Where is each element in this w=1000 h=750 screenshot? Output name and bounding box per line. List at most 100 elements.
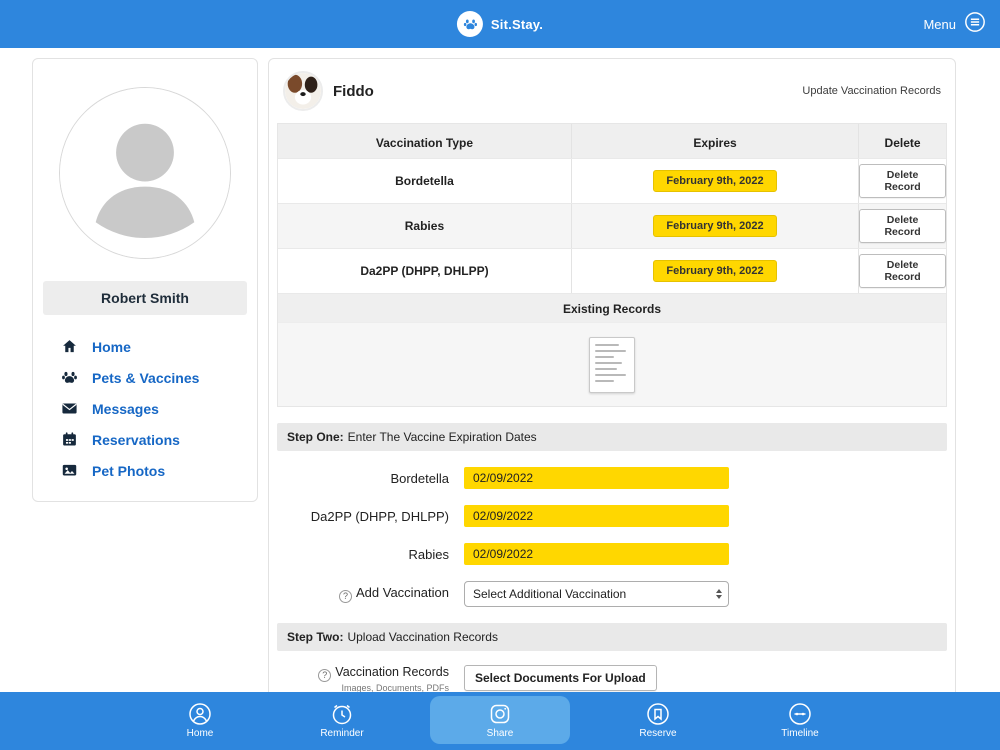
select-documents-button[interactable]: Select Documents For Upload [464,665,657,691]
bordetella-date-input[interactable] [464,467,729,489]
select-value: Select Additional Vaccination [473,587,627,601]
bottomnav-label: Home [186,728,214,739]
sidebar-item-pet-photos[interactable]: Pet Photos [47,455,243,486]
expires-cell: February 9th, 2022 [572,159,860,203]
upload-label-block: ? Vaccination Records Images, Documents, … [277,665,449,692]
bottomnav-label: Reserve [639,728,677,739]
content-area: Robert Smith Home Pets & Vaccines Messag… [0,48,1000,692]
help-icon[interactable]: ? [339,589,352,603]
rabies-date-input[interactable] [464,543,729,565]
bottomnav-label: Share [486,728,514,739]
hamburger-icon [964,11,986,38]
table-row: Da2PP (DHPP, DHLPP) February 9th, 2022 D… [278,248,946,293]
paw-icon [61,369,78,386]
upload-hint-line1: Images, Documents, PDFs [341,682,449,693]
step-two-bar: Step Two: Upload Vaccination Records [277,623,947,651]
delete-record-button[interactable]: Delete Record [859,209,946,243]
profile-avatar [59,87,231,259]
sidebar-nav: Home Pets & Vaccines Messages Reservatio… [43,331,247,486]
menu-button[interactable]: Menu [923,11,1000,38]
step-one-title: Step One: [287,430,344,444]
document-line [595,343,619,346]
select-stepper-icon [716,589,722,599]
sidebar-item-reservations[interactable]: Reservations [47,424,243,455]
expiration-form: Bordetella Da2PP (DHPP, DHLPP) Rabies ? A… [269,467,955,607]
bottomnav-share[interactable]: Share [430,696,570,744]
pet-avatar [283,71,323,111]
additional-vaccination-select[interactable]: Select Additional Vaccination [464,581,729,607]
profile-name: Robert Smith [43,281,247,315]
field-label: Da2PP (DHPP, DHLPP) [310,508,449,524]
vaccination-records-label: Vaccination Records [335,665,449,679]
share-camera-icon [488,702,512,726]
expiry-date-button[interactable]: February 9th, 2022 [653,215,777,237]
brand-name: Sit.Stay. [490,16,544,32]
reminder-clock-icon [330,702,354,726]
document-line [595,379,614,382]
delete-record-button[interactable]: Delete Record [859,254,946,288]
home-icon [61,338,78,355]
expiry-date-button[interactable]: February 9th, 2022 [653,170,777,192]
bottomnav-label: Reminder [320,728,364,739]
step-one-subtitle: Enter The Vaccine Expiration Dates [347,430,537,444]
vaccination-type: Bordetella [278,159,572,203]
sidebar-item-label: Pets & Vaccines [92,369,200,386]
delete-cell: Delete Record [859,204,946,248]
update-vaccination-records-link[interactable]: Update Vaccination Records [802,85,941,97]
upload-section: ? Vaccination Records Images, Documents, … [269,651,955,692]
sidebar-item-label: Home [92,338,131,355]
column-header-vaccination-type: Vaccination Type [278,124,572,158]
sidebar-item-label: Reservations [92,431,180,448]
expiry-date-button[interactable]: February 9th, 2022 [653,260,777,282]
column-header-expires: Expires [572,124,860,158]
document-line [595,361,623,364]
top-bar: Sit.Stay. Menu [0,0,1000,48]
help-icon[interactable]: ? [318,668,332,682]
reserve-icon [646,702,670,726]
table-header-row: Vaccination Type Expires Delete [278,124,946,158]
step-two-subtitle: Upload Vaccination Records [347,630,498,644]
da2pp-date-input[interactable] [464,505,729,527]
sidebar-item-label: Pet Photos [92,462,166,479]
bottomnav-home[interactable]: Home [146,696,254,744]
delete-cell: Delete Record [859,249,946,293]
brand-logo-icon [456,11,483,37]
expires-cell: February 9th, 2022 [572,249,860,293]
sidebar-item-messages[interactable]: Messages [47,393,243,424]
timeline-icon [788,702,812,726]
form-row-da2pp: Da2PP (DHPP, DHLPP) [277,505,947,527]
existing-records-area [278,322,946,406]
upload-title: ? Vaccination Records [277,665,449,682]
add-vaccination-label: Add Vaccination [356,585,449,601]
delete-record-button[interactable]: Delete Record [859,164,946,198]
vaccination-type: Rabies [278,204,572,248]
bottomnav-reminder[interactable]: Reminder [288,696,396,744]
record-document-thumbnail[interactable] [589,336,635,393]
profile-circle-icon [188,702,212,726]
brand[interactable]: Sit.Stay. [456,11,544,37]
envelope-icon [61,400,78,417]
sidebar-item-home[interactable]: Home [47,331,243,362]
bottomnav-timeline[interactable]: Timeline [746,696,854,744]
app-window: Sit.Stay. Menu Robert Smith Home Pets & … [0,0,1000,750]
vaccination-type: Da2PP (DHPP, DHLPP) [278,249,572,293]
field-label: Rabies [408,546,449,562]
delete-cell: Delete Record [859,159,946,203]
sidebar-item-pets-vaccines[interactable]: Pets & Vaccines [47,362,243,393]
document-line [595,355,614,358]
menu-label: Menu [923,16,956,32]
document-line [595,373,626,376]
expires-cell: February 9th, 2022 [572,204,860,248]
calendar-icon [61,431,78,448]
table-row: Rabies February 9th, 2022 Delete Record [278,203,946,248]
field-label: Bordetella [390,470,449,486]
field-label: ? Add Vaccination [277,585,449,603]
bottomnav-label: Timeline [781,728,819,739]
step-one-bar: Step One: Enter The Vaccine Expiration Da… [277,423,947,451]
sidebar-item-label: Messages [92,400,159,417]
bottomnav-reserve[interactable]: Reserve [604,696,712,744]
bottom-nav-bar: Home Reminder Share Reserve Timeline [0,692,1000,750]
table-row: Bordetella February 9th, 2022 Delete Rec… [278,158,946,203]
sidebar: Robert Smith Home Pets & Vaccines Messag… [32,58,258,502]
form-row-add-vaccination: ? Add Vaccination Select Additional Vacci… [277,581,947,607]
